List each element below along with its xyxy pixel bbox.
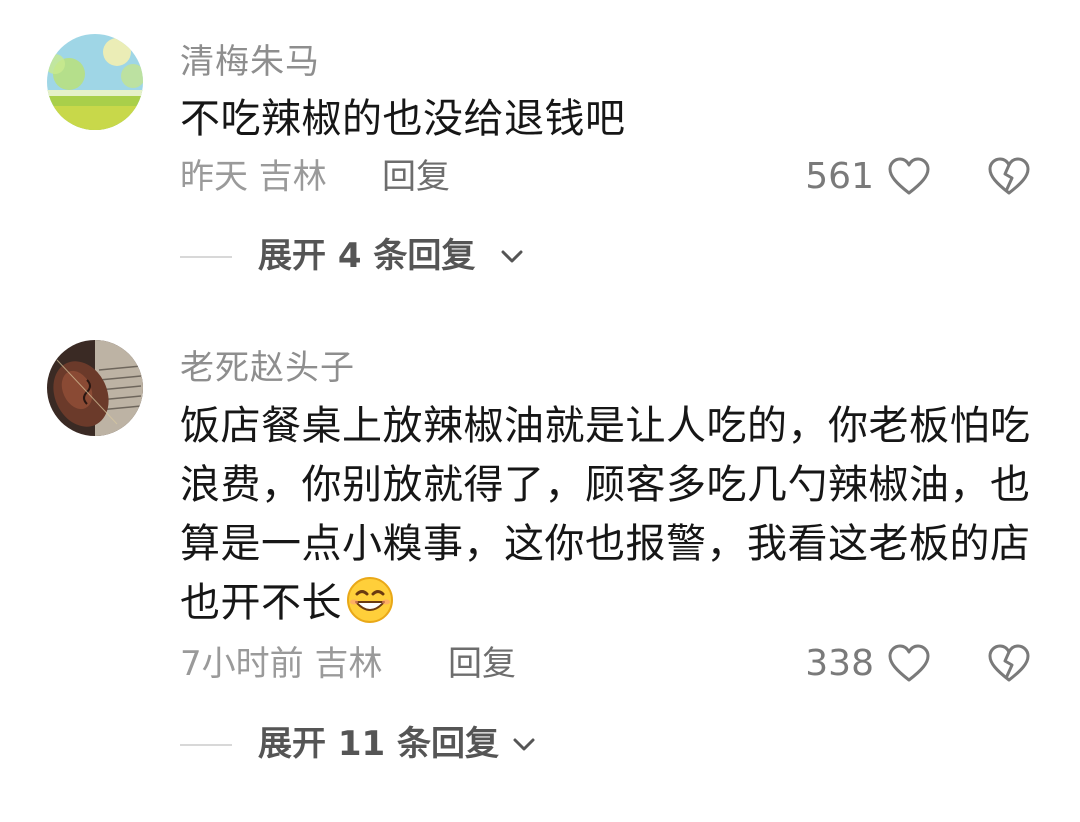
- comment-meta: 昨天 吉林 回复 561: [180, 153, 1040, 201]
- time-location: 7小时前 吉林: [180, 644, 383, 684]
- avatar[interactable]: [47, 34, 143, 130]
- reply-button[interactable]: 回复: [448, 640, 516, 688]
- chevron-down-icon: [513, 738, 535, 751]
- expand-replies-label: 展开 11 条回复: [258, 724, 499, 764]
- grinning-face-emoji-icon: [347, 577, 393, 623]
- avatar[interactable]: [47, 340, 143, 436]
- broken-heart-icon[interactable]: [988, 157, 1030, 197]
- broken-heart-icon[interactable]: [988, 644, 1030, 684]
- expand-replies[interactable]: 展开 11 条回复: [180, 720, 580, 768]
- comment-text: 饭店餐桌上放辣椒油就是让人吃的，你老板怕吃浪费，你别放就得了，顾客多吃几勺辣椒油…: [180, 397, 1040, 633]
- heart-icon[interactable]: [888, 644, 930, 684]
- comment-text: 不吃辣椒的也没给退钱吧: [180, 96, 626, 142]
- reply-button[interactable]: 回复: [382, 153, 450, 201]
- like-count: 338: [805, 643, 874, 684]
- comment-text-body: 饭店餐桌上放辣椒油就是让人吃的，你老板怕吃浪费，你别放就得了，顾客多吃几勺辣椒油…: [180, 403, 1031, 626]
- like-count: 561: [805, 156, 874, 197]
- heart-icon[interactable]: [888, 157, 930, 197]
- comment-list: 清梅朱马 不吃辣椒的也没给退钱吧 昨天 吉林 回复 561 展开 4 条回复 老…: [0, 0, 1080, 822]
- expand-replies[interactable]: 展开 4 条回复: [180, 232, 560, 280]
- comment-meta: 7小时前 吉林 回复 338: [180, 640, 1040, 688]
- chevron-down-icon: [501, 250, 523, 263]
- expand-replies-label: 展开 4 条回复: [258, 236, 476, 276]
- username[interactable]: 清梅朱马: [180, 34, 320, 83]
- landscape-avatar-icon: [47, 34, 143, 130]
- username[interactable]: 老死赵头子: [180, 340, 355, 389]
- divider-line: [180, 256, 232, 258]
- divider-line: [180, 744, 232, 746]
- violin-avatar-icon: [47, 340, 143, 436]
- time-location: 昨天 吉林: [180, 157, 327, 197]
